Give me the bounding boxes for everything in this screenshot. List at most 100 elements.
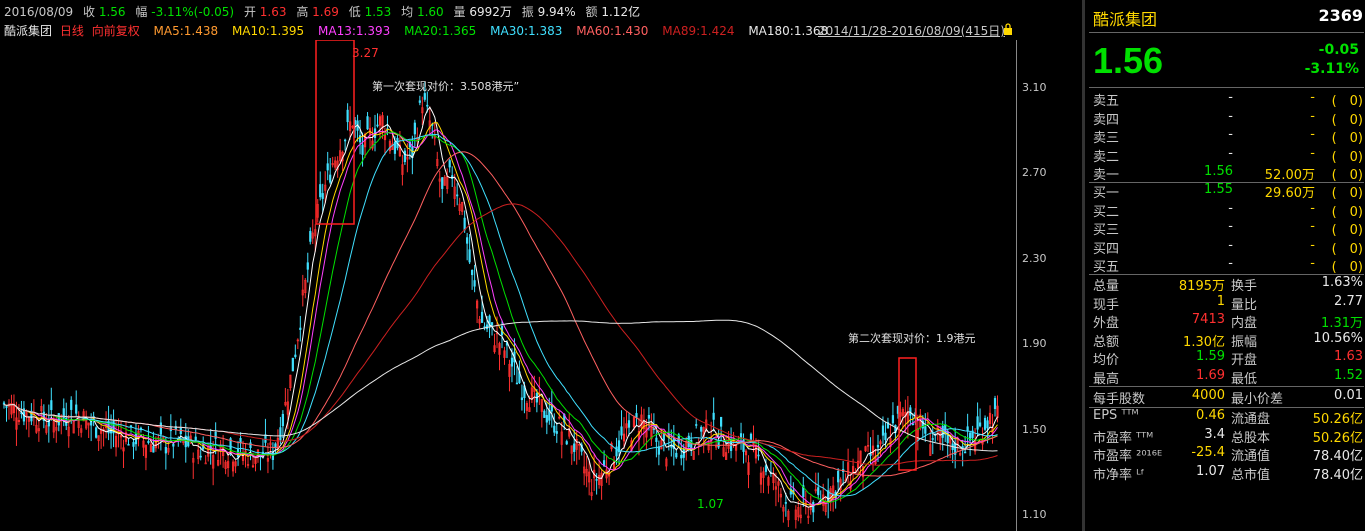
candle-body (75, 404, 78, 414)
asks-volume: - (1310, 145, 1315, 161)
close-label: 收 (83, 5, 96, 19)
stat-label: 最低 (1231, 372, 1258, 387)
stat-value: 50.26亿 (1312, 430, 1363, 446)
asks-row[interactable]: 卖三 - - ( 0) (1093, 127, 1363, 146)
candle-body (172, 443, 175, 447)
asks-broker-count: ( 0) (1331, 131, 1363, 146)
asks-row[interactable]: 卖二 - -( 0) (1093, 145, 1363, 165)
asks-level-label: 卖一 (1093, 168, 1120, 183)
ma89-legend: MA89:1.424 (662, 24, 735, 38)
stat-row: 市盈率 ²⁰¹⁶ᴱ -25.4 流通值 78.40亿 (1093, 445, 1363, 464)
y-tick-label: 2.70 (1022, 166, 1047, 180)
asks-row[interactable]: 卖一 1.56 52.00万 ( 0) (1093, 164, 1363, 183)
asks-price: - (1228, 108, 1233, 124)
stat-value: 10.56% (1313, 330, 1363, 346)
candle-body (57, 413, 60, 426)
stat-value: 7413 (1191, 312, 1225, 328)
candlestick-chart[interactable] (0, 40, 1016, 531)
bids-row[interactable]: 买四 - -( 0) (1093, 238, 1363, 257)
high-value: 1.69 (312, 5, 339, 19)
candle-body (976, 416, 979, 430)
stat-value: 78.40亿 (1312, 449, 1363, 465)
candle-body (978, 422, 982, 427)
asks-volume: - (1310, 127, 1315, 142)
bids-row[interactable]: 买五 - - ( 0) (1093, 256, 1363, 275)
stat-value: 8195万 (1178, 279, 1225, 294)
stat-value: 1.31万 (1321, 316, 1363, 332)
stat-label: 市盈率 ᵀᵀᴹ (1093, 430, 1154, 446)
candle-body (366, 116, 369, 130)
candle-body (326, 163, 329, 171)
stat-label: 振幅 (1231, 334, 1258, 350)
low-value: 1.53 (364, 5, 392, 19)
bids-volume: - (1310, 219, 1315, 234)
candle-body (214, 431, 217, 439)
candle-body (545, 414, 548, 423)
bids-row[interactable]: 买一 1.55 29.60万 ( 0) (1093, 182, 1363, 201)
candle-body (884, 432, 887, 440)
stat-label: 流通值 (1231, 449, 1271, 465)
stat-value: 1.63 (1334, 349, 1363, 365)
lock-icon[interactable] (1003, 23, 1013, 35)
bids-row[interactable]: 买三 - - ( 0) (1093, 219, 1363, 238)
candle-body (720, 416, 723, 427)
candle-body (271, 451, 275, 460)
stat-label: 最高 (1093, 372, 1120, 387)
candle-body (595, 479, 598, 481)
amplitude-value: 9.94% (537, 5, 576, 19)
divider (1089, 87, 1364, 88)
bids-broker-count: ( 0) (1331, 241, 1363, 257)
amplitude-label: 振 (521, 5, 534, 19)
asks-broker-count: ( 0) (1331, 112, 1363, 128)
candle-body (662, 434, 665, 441)
change-label: 幅 (135, 5, 148, 19)
bids-row[interactable]: 买二 - -( 0) (1093, 200, 1363, 220)
y-tick-label: 1.90 (1022, 337, 1047, 351)
candle-body (655, 437, 658, 442)
asks-broker-count: ( 0) (1331, 168, 1363, 183)
stat-label: 现手 (1093, 297, 1120, 313)
period-selector[interactable]: 日线 (60, 24, 84, 38)
stat-value: 1.30亿 (1183, 334, 1225, 350)
ma-legend-row: 酷派集团 日线 向前复权 MA5:1.438 MA10:1.395 MA13:1… (4, 22, 838, 39)
candle-body (471, 269, 474, 276)
asks-level-label: 卖三 (1093, 131, 1120, 146)
ma13-legend: MA13:1.393 (318, 24, 391, 38)
asks-broker-count: ( 0) (1331, 149, 1363, 165)
candle-body (986, 420, 989, 429)
candle-body (657, 446, 660, 455)
stat-value: 1.07 (1196, 463, 1225, 479)
ma10-legend: MA10:1.395 (231, 24, 305, 38)
asks-level-label: 卖五 (1093, 94, 1120, 109)
lot-size-row: 每手股数 4000 最小价差 0.01 (1093, 388, 1363, 407)
adjust-selector[interactable]: 向前复权 (92, 24, 140, 38)
asks-row[interactable]: 卖四 - -( 0) (1093, 108, 1363, 128)
stat-row: 总量 8195万 换手 1.63% (1093, 275, 1363, 294)
bids-volume: - (1310, 200, 1315, 216)
asks-row[interactable]: 卖五 - - ( 0) (1093, 90, 1363, 109)
tick-size-value: 0.01 (1334, 388, 1363, 403)
candle-body (441, 177, 444, 189)
candle-body (565, 441, 568, 445)
candle-body (876, 444, 880, 448)
candle-body (635, 413, 638, 418)
bids-broker-count: ( 0) (1331, 204, 1363, 220)
candle-body (964, 451, 967, 454)
candle-body (274, 443, 277, 448)
candle-body (931, 438, 934, 440)
bids-price: - (1228, 200, 1233, 216)
candle-body (627, 420, 631, 428)
change-value: -3.11%(-0.05) (151, 5, 235, 19)
candle-body (376, 124, 379, 127)
first-sale-annotation: 第一次套现对价：3.508港元” (372, 80, 520, 93)
stat-value: 1.63% (1321, 275, 1363, 290)
chart-stock-name: 酷派集团 (4, 24, 53, 38)
candle-body (911, 423, 914, 425)
candle-body (147, 441, 150, 443)
volume-value: 6992万 (469, 5, 512, 19)
kline-chart-area[interactable]: 2016/08/09 收 1.56 幅 -3.11%(-0.05) 开 1.63… (0, 0, 1078, 531)
stat-value: 0.46 (1196, 408, 1225, 423)
candle-body (473, 280, 476, 287)
date-range-link[interactable]: 2014/11/28-2016/08/09(415日) (818, 22, 1005, 39)
candle-body (573, 443, 576, 452)
